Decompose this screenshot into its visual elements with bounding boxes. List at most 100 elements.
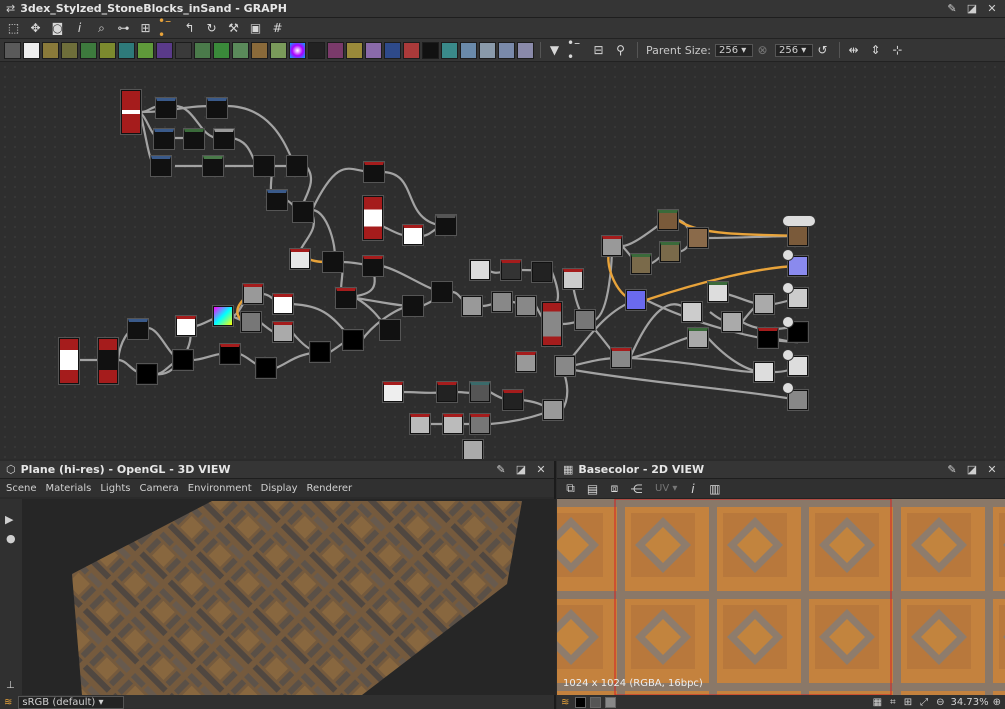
comment-icon[interactable]: ▼ [545,41,564,59]
3d-viewport[interactable] [22,499,556,695]
parent-size-select-2[interactable]: 256 ▾ [775,43,813,57]
graph-node[interactable] [363,256,383,276]
graph-node[interactable] [336,288,356,308]
grayscale-icon[interactable] [460,41,477,59]
graph-node[interactable] [173,350,193,370]
maximize-icon[interactable]: ◪ [965,2,979,16]
graph-node[interactable] [184,129,204,149]
menu-display[interactable]: Display [261,483,298,494]
graph-node[interactable] [290,249,310,269]
graph-node[interactable] [403,296,423,316]
save-icon[interactable]: ▤ [583,480,602,498]
emboss-icon[interactable] [251,41,268,59]
graph-node[interactable] [611,348,631,368]
graph-node[interactable] [462,296,482,316]
menu-camera[interactable]: Camera [140,483,179,494]
graph-node[interactable] [688,328,708,348]
value-icon[interactable] [517,41,534,59]
video-camera-icon[interactable]: ▶ [5,513,22,526]
rotate-icon[interactable]: ↻ [202,19,221,37]
graph-node[interactable] [555,356,575,376]
graph-node[interactable] [516,352,536,372]
channel-alpha-icon[interactable] [605,696,617,708]
graph-node[interactable] [343,330,363,350]
link-size-icon[interactable]: ⊗ [753,41,772,59]
output-marker-icon[interactable] [782,349,794,361]
graph-node[interactable] [403,225,423,245]
graph-node[interactable] [443,414,463,434]
graph-node[interactable] [626,290,646,310]
channel-black-icon[interactable] [575,696,587,708]
axis-icon[interactable]: ⊥ [6,680,15,691]
output-icon[interactable] [479,41,496,59]
menu-materials[interactable]: Materials [46,483,92,494]
graph-node[interactable] [437,382,457,402]
graph-node[interactable] [470,382,490,402]
fx-map-icon[interactable] [422,41,439,59]
zoom-value[interactable]: 34.73% [950,697,988,708]
graph-node[interactable] [254,156,274,176]
wrench-icon[interactable]: ⚒ [224,19,243,37]
close-icon[interactable]: ✕ [534,463,548,477]
link-icon[interactable]: ⊶ [114,19,133,37]
graph-canvas[interactable] [0,62,1005,459]
blend-icon[interactable] [61,41,78,59]
graph-node[interactable] [59,338,79,384]
text-icon[interactable] [365,41,382,59]
levels-icon[interactable] [194,41,211,59]
graph-node[interactable] [383,382,403,402]
tile-icon[interactable] [175,41,192,59]
graph-node[interactable] [754,362,774,382]
copy-icon[interactable]: ⧈ [605,480,624,498]
graph-node[interactable] [156,98,176,118]
histogram-icon[interactable]: ▥ [705,480,724,498]
gradient-icon[interactable] [99,41,116,59]
graph-node[interactable] [364,162,384,182]
graph-node[interactable] [154,129,174,149]
search-icon[interactable]: ⌕ [92,19,111,37]
uv-toggle[interactable]: UV ▾ [655,483,677,494]
maximize-icon[interactable]: ◪ [514,463,528,477]
pin-icon[interactable]: ⚲ [611,41,630,59]
menu-scene[interactable]: Scene [6,483,37,494]
snap-icon[interactable]: ⊹ [888,41,907,59]
fit-view-icon[interactable]: ⧉ [561,480,580,498]
fill-icon[interactable] [403,41,420,59]
output-marker-icon[interactable] [782,316,794,328]
graph-node[interactable] [542,302,562,346]
color-wheel-icon[interactable] [289,41,306,59]
graph-node[interactable] [602,236,622,256]
layers-icon[interactable]: ≋ [561,697,569,708]
share-icon[interactable]: ⋲ [627,480,646,498]
graph-node[interactable] [758,328,778,348]
graph-node[interactable] [151,156,171,176]
graph-node[interactable] [503,390,523,410]
info-icon[interactable]: i [70,19,89,37]
triangle-icon[interactable] [346,41,363,59]
light-bulb-icon[interactable]: ● [6,532,22,545]
graph-node[interactable] [631,254,651,274]
connector-icon[interactable]: •–• [158,14,177,42]
layout-icon[interactable]: ⊞ [136,19,155,37]
noise-icon[interactable] [308,41,325,59]
graph-node[interactable] [213,306,233,326]
graph-node[interactable] [310,342,330,362]
graph-node[interactable] [241,312,261,332]
curve-icon[interactable]: ↰ [180,19,199,37]
graph-node[interactable] [220,344,240,364]
output-marker-icon[interactable] [782,215,816,227]
layers-icon[interactable]: ≋ [4,697,12,708]
menu-environment[interactable]: Environment [188,483,252,494]
pixel-processor-icon[interactable] [441,41,458,59]
align-vertical-icon[interactable]: ⇕ [866,41,885,59]
graph-node[interactable] [363,196,383,240]
tile-icon[interactable]: ⊞ [904,697,912,708]
align-horizontal-icon[interactable]: ⇹ [844,41,863,59]
graph-node[interactable] [532,262,552,282]
channel-view-icon[interactable] [590,696,602,708]
curve-node-icon[interactable] [80,41,97,59]
output-marker-icon[interactable] [782,282,794,294]
zoom-in-icon[interactable]: ⊕ [993,697,1001,708]
graph-node[interactable] [492,292,512,312]
input-icon[interactable] [498,41,515,59]
